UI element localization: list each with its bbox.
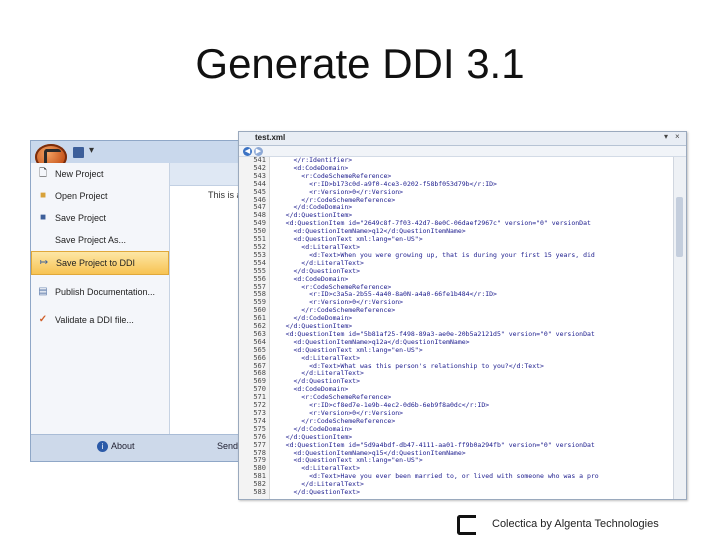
menu-item-save-project-to-ddi[interactable]: ↦ Save Project to DDI [31, 251, 169, 275]
footer-brand-text: Colectica by Algenta Technologies [492, 518, 659, 530]
tab-dropdown-icon[interactable]: ▾ [664, 132, 668, 141]
menu-item-open-project[interactable]: ■ Open Project [31, 185, 169, 207]
menu-item-label: Save Project to DDI [56, 258, 136, 268]
save-icon: ■ [39, 212, 47, 223]
menu-item-save-project-as[interactable]: Save Project As... [31, 229, 169, 251]
new-project-icon: 🗋 [38, 168, 48, 179]
menu-item-publish-documentation[interactable]: ▤ Publish Documentation... [31, 281, 169, 303]
footer-branding: Colectica by Algenta Technologies [452, 512, 702, 536]
back-arrow-icon[interactable]: ◀ [243, 147, 252, 156]
publish-icon: ▤ [38, 286, 48, 297]
scrollbar-thumb[interactable] [676, 197, 683, 257]
app-footer: i About Send [31, 434, 256, 461]
info-icon: i [97, 441, 108, 452]
menu-item-validate-ddi[interactable]: ✓ Validate a DDI file... [31, 309, 169, 331]
colectica-logo-icon [457, 515, 476, 535]
forward-arrow-icon[interactable]: ▶ [254, 147, 263, 156]
open-folder-icon: ■ [39, 190, 47, 201]
save-ddi-icon: ↦ [39, 257, 49, 268]
menu-item-label: Save Project As... [55, 235, 127, 245]
line-number-gutter: 541 542 543 544 545 546 547 548 549 550 551 552 553 5… [239, 157, 270, 499]
about-button[interactable]: About [111, 441, 135, 451]
xml-code-area[interactable]: </r:Identifier> <d:CodeDomain> <r:CodeSc… [270, 157, 673, 499]
xml-editor-window: test.xml ▾ × ◀ ▶ 541 542 543 544 545 546 547 54… [238, 131, 687, 500]
checkmark-icon: ✓ [38, 314, 48, 325]
menu-item-label: Save Project [55, 213, 107, 223]
menu-item-save-project[interactable]: ■ Save Project [31, 207, 169, 229]
editor-toolbar: ◀ ▶ [239, 146, 686, 157]
application-menu: 🗋 New Project ■ Open Project ■ Save Proj… [31, 163, 170, 435]
quick-access-dropdown-icon[interactable]: ▾ [89, 145, 94, 156]
menu-item-new-project[interactable]: 🗋 New Project [31, 163, 169, 185]
app-header: ▾ [31, 141, 256, 170]
close-icon[interactable]: × [675, 132, 680, 141]
slide-title: Generate DDI 3.1 [195, 40, 525, 87]
menu-item-label: Open Project [55, 191, 108, 201]
menu-item-label: Publish Documentation... [55, 287, 156, 297]
colectica-app-window: ▾ 🗋 New Project ■ Open Project ■ Save Pr… [30, 140, 257, 462]
send-button[interactable]: Send [217, 441, 238, 451]
quick-save-icon[interactable] [73, 147, 84, 158]
editor-tab-title: test.xml [255, 133, 286, 142]
menu-item-label: New Project [55, 169, 104, 179]
editor-tab[interactable]: test.xml ▾ × [239, 132, 686, 146]
code-line: </d:QuestionText> [270, 488, 361, 497]
line-number: 583 [253, 488, 266, 497]
vertical-scrollbar[interactable] [673, 157, 686, 499]
menu-item-label: Validate a DDI file... [55, 315, 134, 325]
